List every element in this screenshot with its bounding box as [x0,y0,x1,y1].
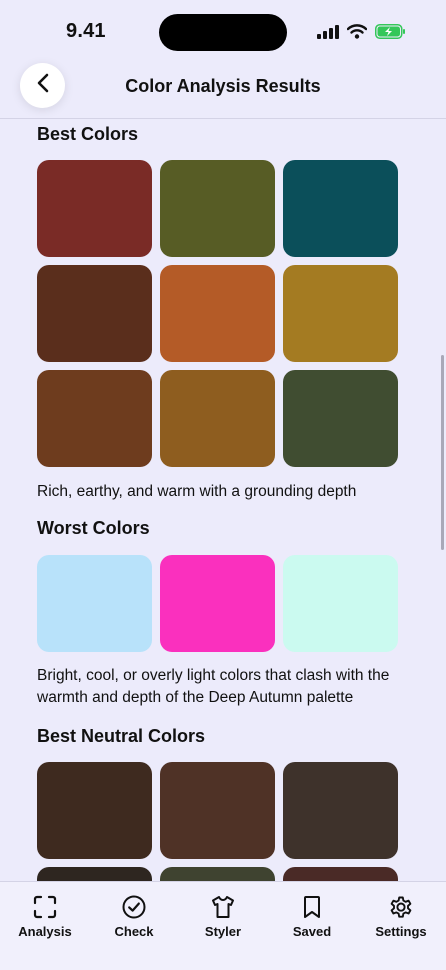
best-color-swatch[interactable] [283,160,398,257]
neutral-color-swatch[interactable] [37,867,152,881]
bookmark-icon [299,894,325,920]
scrollbar[interactable] [441,355,444,550]
worst-color-swatch[interactable] [160,555,275,652]
page-title: Color Analysis Results [125,76,321,96]
best-colors-description: Rich, earthy, and warm with a grounding … [37,483,357,500]
best-colors-grid [37,160,398,467]
tab-label: Saved [292,924,332,939]
neutral-color-swatch[interactable] [283,867,398,881]
worst-color-swatch[interactable] [37,555,152,652]
tab-label: Settings [375,924,427,939]
tab-label: Analysis [18,924,72,939]
best-color-swatch[interactable] [37,265,152,362]
neutral-colors-grid [37,762,398,881]
best-color-swatch[interactable] [160,160,275,257]
gear-icon [388,894,414,920]
status-bar: 9.41 [0,0,446,64]
tab-label: Check [114,924,154,939]
worst-colors-grid [37,555,398,652]
best-color-swatch[interactable] [283,265,398,362]
tab-styler[interactable]: Styler [178,894,268,939]
tab-settings[interactable]: Settings [356,894,446,939]
status-icons [317,24,406,44]
status-time: 9.41 [66,20,106,42]
tab-saved[interactable]: Saved [267,894,357,939]
shirt-icon [210,894,236,920]
navigation-header: Color Analysis Results [0,56,446,119]
wifi-icon [346,24,368,44]
results-content[interactable]: Best Colors Rich, earthy, and warm with … [37,119,409,881]
dynamic-island [159,14,287,51]
check-circle-icon [121,894,147,920]
worst-color-swatch[interactable] [283,555,398,652]
best-color-swatch[interactable] [283,370,398,467]
tab-check[interactable]: Check [89,894,179,939]
tab-bar: Analysis Check Styler Saved Settings [0,881,446,970]
neutral-color-swatch[interactable] [160,762,275,859]
best-color-swatch[interactable] [37,160,152,257]
scan-icon [32,894,58,920]
tab-analysis[interactable]: Analysis [0,894,90,939]
best-color-swatch[interactable] [160,370,275,467]
tab-label: Styler [204,924,242,939]
battery-charging-icon [375,24,406,44]
best-color-swatch[interactable] [37,370,152,467]
worst-colors-description: Bright, cool, or overly light colors tha… [37,667,390,706]
neutral-color-swatch[interactable] [37,762,152,859]
neutral-color-swatch[interactable] [283,762,398,859]
neutral-colors-title: Best Neutral Colors [37,726,206,746]
neutral-color-swatch[interactable] [160,867,275,881]
best-colors-title: Best Colors [37,124,139,144]
worst-colors-title: Worst Colors [37,518,150,538]
cellular-signal-icon [317,24,339,44]
best-color-swatch[interactable] [160,265,275,362]
